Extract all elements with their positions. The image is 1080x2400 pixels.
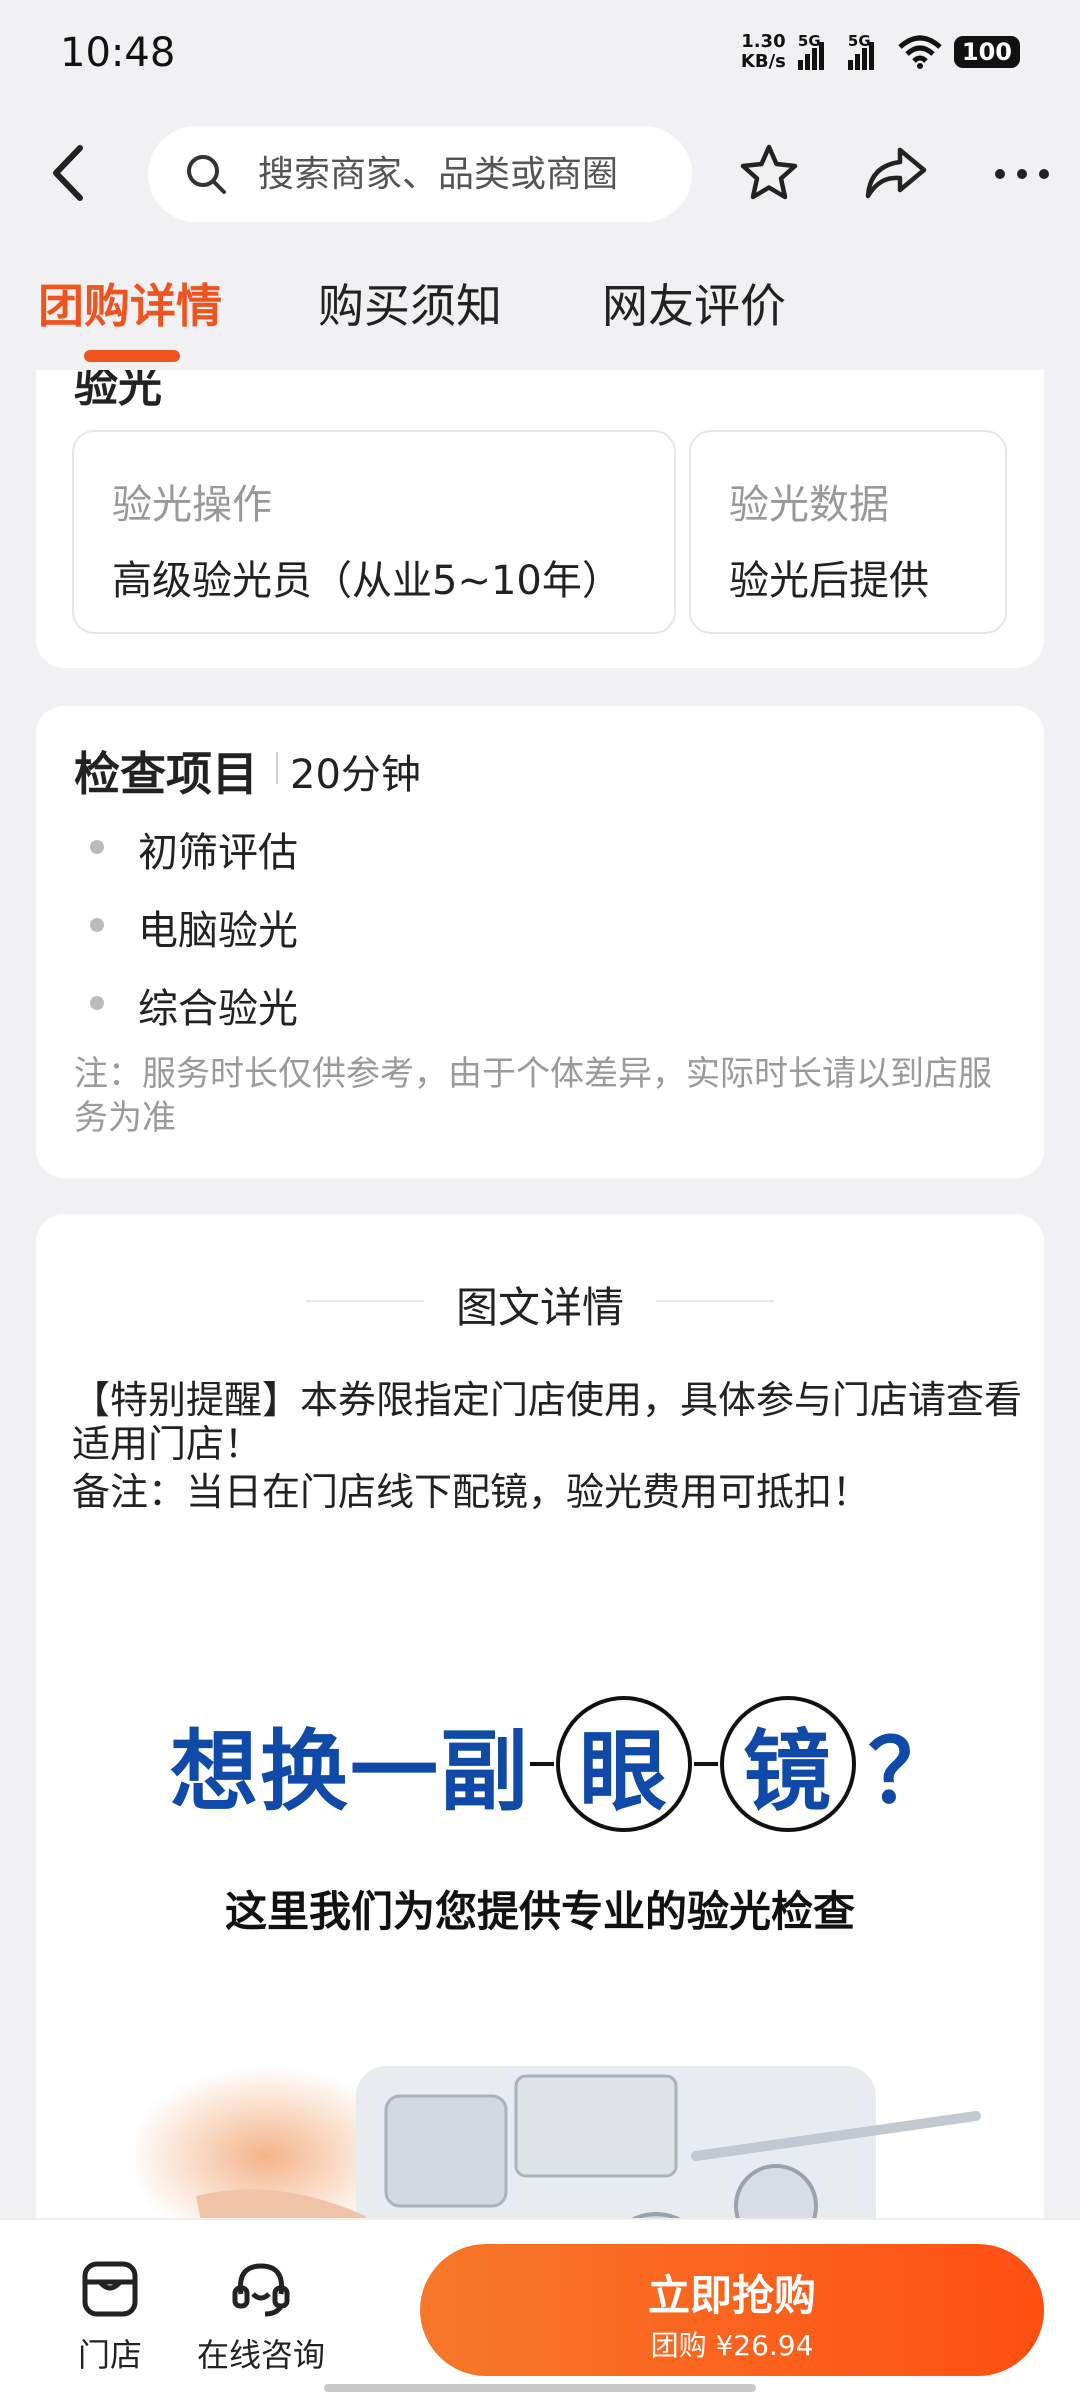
- special-reminder: 【特别提醒】本券限指定门店使用，具体参与门店请查看适用门店！: [72, 1378, 1023, 1466]
- consult-label: 在线咨询: [196, 2336, 325, 2374]
- divider: [276, 752, 278, 784]
- tab-reviews[interactable]: 网友评价: [602, 270, 786, 336]
- status-time: 10:48: [60, 30, 176, 76]
- consult-button[interactable]: 在线咨询: [196, 2260, 326, 2376]
- banner-subtitle: 这里我们为您提供专业的验光检查: [224, 1887, 855, 1936]
- headset-icon: [232, 2263, 290, 2317]
- data-value: 验光后提供: [729, 558, 929, 604]
- tab-bar: 团购详情 购买须知 网友评价: [0, 240, 1080, 370]
- check-title: 检查项目: [74, 747, 258, 801]
- store-label: 门店: [77, 2336, 142, 2374]
- divider: [656, 1300, 774, 1302]
- signal-icon: 5G: [847, 32, 886, 70]
- status-icons: 1.30 KB/s 5G 5G 100: [741, 32, 1020, 72]
- buy-now-label: 立即抢购: [647, 2271, 816, 2320]
- back-icon[interactable]: [40, 140, 100, 206]
- operation-value: 高级验光员（从业5~10年）: [112, 558, 622, 604]
- search-input[interactable]: [258, 126, 678, 222]
- bullet-dot: [90, 918, 104, 932]
- optometry-card: 验光 验光操作 高级验光员（从业5~10年） 验光数据 验光后提供: [36, 370, 1044, 668]
- store-icon: [82, 2261, 138, 2317]
- check-item: 综合验光: [138, 986, 298, 1032]
- duration-note: 注：服务时长仅供参考，由于个体差异，实际时长请以到店服务为准: [74, 1054, 992, 1138]
- check-item: 电脑验光: [138, 908, 298, 954]
- check-items-card: 检查项目 20分钟 初筛评估 电脑验光 综合验光 注：服务时长仅供参考，由于个体…: [36, 706, 1044, 1178]
- data-box: 验光数据 验光后提供: [689, 430, 1007, 634]
- glasses-bridge: [694, 1762, 719, 1766]
- glasses-bridge: [530, 1762, 555, 1766]
- section-title-cut: 验光: [74, 370, 162, 412]
- glasses-lens: 眼: [556, 1696, 693, 1832]
- battery-indicator: 100: [953, 36, 1020, 68]
- more-icon[interactable]: [992, 164, 1052, 184]
- glasses-lens: 镜: [720, 1696, 857, 1832]
- header: [0, 110, 1080, 240]
- bottom-action-bar: 门店 在线咨询 立即抢购 团购 ¥26.94: [0, 2218, 1080, 2400]
- wifi-icon: [898, 35, 942, 69]
- signal-icon: 5G: [797, 32, 836, 70]
- star-icon[interactable]: [738, 142, 800, 204]
- banner-headline: 想换一副 眼 镜 ？: [170, 1694, 958, 1834]
- data-label: 验光数据: [729, 482, 889, 528]
- net-speed: 1.30 KB/s: [740, 31, 786, 72]
- remark-text: 备注：当日在门店线下配镜，验光费用可抵扣！: [72, 1470, 871, 1514]
- tab-purchase-notes[interactable]: 购买须知: [318, 270, 502, 336]
- operation-box: 验光操作 高级验光员（从业5~10年）: [72, 430, 676, 634]
- search-box[interactable]: [148, 126, 692, 222]
- search-icon: [187, 155, 226, 194]
- home-indicator[interactable]: [324, 2384, 756, 2392]
- store-button[interactable]: 门店: [72, 2260, 148, 2376]
- share-icon[interactable]: [862, 144, 928, 202]
- group-price: 团购 ¥26.94: [650, 2329, 814, 2362]
- active-tab-indicator: [84, 350, 180, 362]
- status-bar: 10:48 1.30 KB/s 5G 5G 100: [0, 0, 1080, 110]
- check-duration: 20分钟: [290, 752, 421, 798]
- buy-now-button[interactable]: 立即抢购 团购 ¥26.94: [420, 2244, 1044, 2376]
- bullet-dot: [90, 840, 104, 854]
- details-title: 图文详情: [455, 1283, 624, 1332]
- operation-label: 验光操作: [112, 482, 272, 528]
- tab-group-detail[interactable]: 团购详情: [38, 270, 222, 336]
- bullet-dot: [90, 996, 104, 1010]
- check-item: 初筛评估: [138, 830, 298, 876]
